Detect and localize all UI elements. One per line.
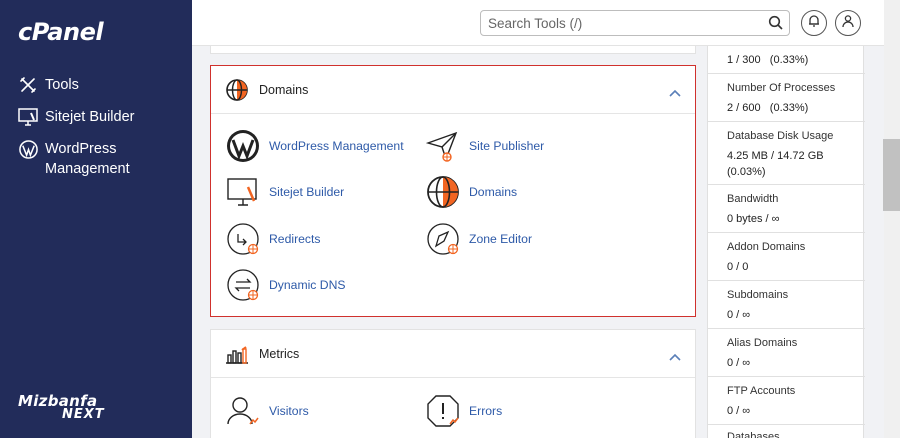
tool-sitejet-builder[interactable]: Sitejet Builder	[225, 174, 344, 210]
monitor-icon	[18, 107, 38, 127]
top-bar	[192, 0, 884, 46]
page-scrollbar-thumb[interactable]	[883, 139, 900, 211]
panel-title: Metrics	[259, 346, 300, 361]
sidebar-item-wordpress-management[interactable]: WordPress Management	[18, 139, 130, 179]
errors-icon	[425, 393, 461, 429]
sidebar-item-sitejet-builder[interactable]: Sitejet Builder	[18, 107, 134, 127]
wordpress-icon	[18, 139, 38, 159]
dynamic-dns-icon	[225, 267, 261, 303]
tool-wordpress-management[interactable]: WordPress Management	[225, 128, 404, 164]
statistics-panel: 1 / 300 (0.33%) Number Of Processes 2 / …	[707, 46, 865, 438]
tool-visitors[interactable]: Visitors	[225, 393, 309, 429]
sidebar-item-label: Tools	[45, 77, 79, 93]
cpanel-logo[interactable]: cPanel	[18, 18, 104, 46]
redirect-icon	[225, 221, 261, 257]
tool-zone-editor[interactable]: Zone Editor	[425, 221, 532, 257]
stat-item: Databases	[727, 431, 780, 438]
tool-errors[interactable]: Errors	[425, 393, 502, 429]
tools-icon	[18, 75, 38, 95]
user-icon	[841, 14, 855, 33]
wordpress-icon	[225, 128, 261, 164]
globe-icon	[225, 78, 249, 102]
previous-panel-bottom	[210, 46, 696, 54]
stat-item: FTP Accounts 0 / ∞	[708, 377, 865, 425]
chevron-up-icon[interactable]	[669, 84, 681, 102]
tool-domains[interactable]: Domains	[425, 174, 517, 210]
stat-item: Addon Domains 0 / 0	[708, 233, 865, 281]
bar-chart-icon	[225, 342, 249, 366]
metrics-panel: Metrics Visitors Errors	[210, 329, 696, 438]
user-menu-button[interactable]	[835, 10, 861, 36]
search-icon[interactable]	[768, 15, 784, 36]
globe-icon	[425, 174, 461, 210]
zone-editor-icon	[425, 221, 461, 257]
search-input[interactable]	[481, 11, 751, 35]
bell-icon	[807, 14, 821, 33]
domains-panel-header[interactable]: Domains	[211, 66, 695, 114]
tool-dynamic-dns[interactable]: Dynamic DNS	[225, 267, 346, 303]
search-box	[480, 10, 790, 36]
sidebar-item-label: WordPress Management	[45, 141, 130, 177]
metrics-panel-header[interactable]: Metrics	[211, 330, 695, 378]
stat-item: Subdomains 0 / ∞	[708, 281, 865, 329]
sidebar-item-label: Sitejet Builder	[45, 109, 135, 125]
stat-item: Bandwidth 0 bytes / ∞	[708, 185, 865, 233]
mizbanfa-logo: Mizbanfa NEXT	[18, 392, 105, 422]
stat-item: Number Of Processes 2 / 600 (0.33%)	[708, 74, 865, 122]
stat-item: 1 / 300 (0.33%)	[708, 46, 865, 74]
panel-title: Domains	[259, 82, 309, 97]
monitor-icon	[225, 174, 261, 210]
stat-item: Alias Domains 0 / ∞	[708, 329, 865, 377]
sidebar: cPanel Tools Sitejet Builder WordPress M…	[0, 0, 192, 438]
domains-panel: Domains WordPress Management Site Publis…	[210, 65, 696, 317]
page-scrollbar-track[interactable]	[884, 0, 900, 438]
paper-plane-icon	[425, 128, 461, 164]
tool-site-publisher[interactable]: Site Publisher	[425, 128, 544, 164]
stat-item: Database Disk Usage 4.25 MB / 14.72 GB (…	[708, 122, 865, 185]
tool-redirects[interactable]: Redirects	[225, 221, 320, 257]
sidebar-item-tools[interactable]: Tools	[18, 75, 79, 95]
visitors-icon	[225, 393, 261, 429]
chevron-up-icon[interactable]	[669, 348, 681, 366]
notifications-button[interactable]	[801, 10, 827, 36]
